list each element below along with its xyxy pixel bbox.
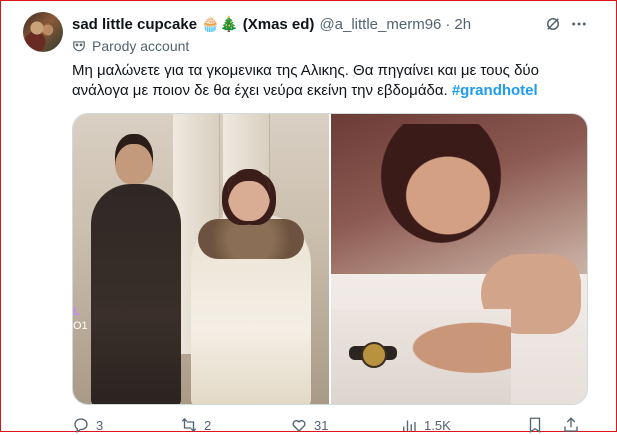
share-button[interactable] [562,416,586,434]
reply-button[interactable]: 3 [72,416,103,434]
tweet-time[interactable]: 2h [454,16,471,33]
parody-label-text: Parody account [92,38,190,54]
img-watch-face [361,342,387,368]
media-image-1[interactable]: L O1 [73,114,329,404]
tweet-header: sad little cupcake 🧁🎄 (Xmas ed) @a_littl… [72,14,617,34]
img-man-head [115,134,153,184]
views-button[interactable]: 1.5K [400,416,451,434]
more-icon[interactable] [567,13,591,35]
img-man-figure [91,184,181,404]
share-icon [564,417,578,432]
heart-icon [292,419,306,432]
repost-count: 2 [204,417,212,433]
like-button[interactable]: 31 [290,416,328,434]
img-fur-collar [198,219,304,259]
media-image-2[interactable] [331,114,587,404]
repost-button[interactable]: 2 [180,416,211,434]
user-handle[interactable]: @a_little_merm96 [319,16,441,33]
img-woman-face [371,124,511,254]
views-icon [403,420,416,431]
reply-count: 3 [96,417,104,433]
hashtag-link[interactable]: #grandhotel [452,82,538,99]
img-watermark-top: L [73,304,81,318]
repost-icon [181,418,197,432]
bookmark-button[interactable] [526,416,550,434]
display-name[interactable]: sad little cupcake 🧁🎄 (Xmas ed) [72,15,314,33]
grok-icon[interactable] [542,13,564,35]
like-count: 31 [314,417,329,433]
action-bar: 3 2 31 1.5K [72,415,602,435]
separator-dot: · [445,15,451,33]
img-woman-head [228,169,270,221]
bookmark-icon [529,417,541,434]
img-watermark-bottom: O1 [73,320,88,332]
parody-label: Parody account [72,37,189,55]
tweet-text: Μη μαλώνετε για τα γκομενικα της Αλικης.… [72,61,592,101]
avatar[interactable] [23,12,63,52]
media-grid: L O1 [72,113,588,405]
parody-mask-icon [72,39,86,53]
views-count: 1.5K [424,417,451,433]
reply-icon [74,418,88,434]
